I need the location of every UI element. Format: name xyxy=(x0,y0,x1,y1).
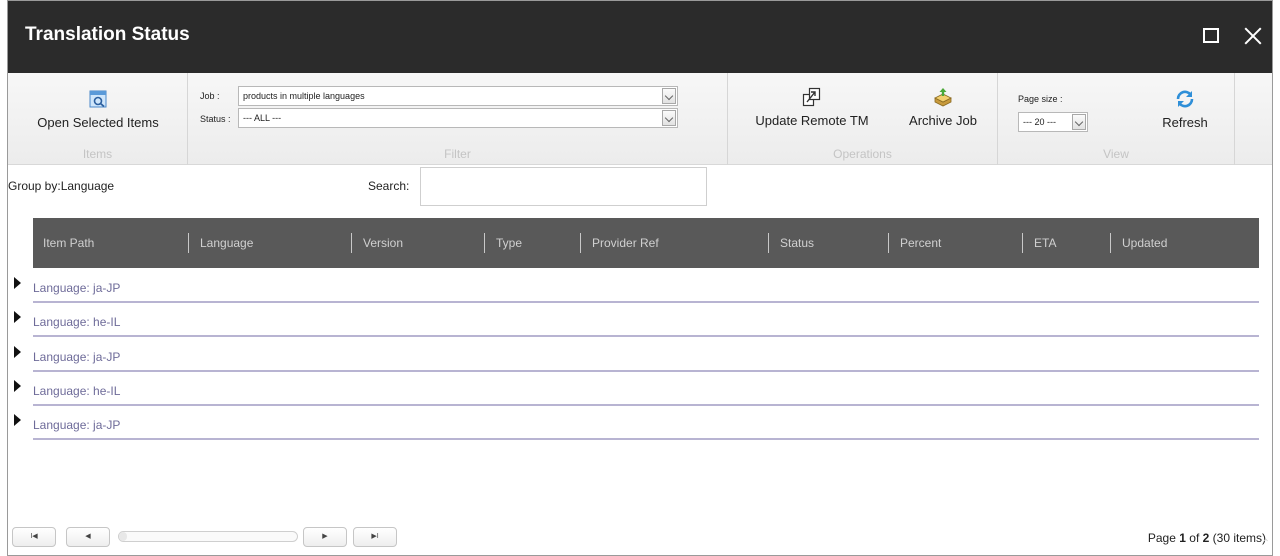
filter-group-label: Filter xyxy=(444,147,471,161)
search-input[interactable] xyxy=(420,167,707,206)
column-header-provider-ref[interactable]: Provider Ref xyxy=(592,218,659,268)
page-slider[interactable] xyxy=(118,531,298,542)
page-info: Page 1 of 2 (30 items) xyxy=(1148,531,1266,545)
column-divider[interactable] xyxy=(888,233,889,253)
grid-header: Item Path Language Version Type Provider… xyxy=(33,218,1259,268)
expand-arrow-icon[interactable] xyxy=(14,414,21,426)
open-selected-items-label: Open Selected Items xyxy=(37,115,159,130)
column-header-eta[interactable]: ETA xyxy=(1034,218,1056,268)
group-row: Language: ja-JP xyxy=(8,406,1259,440)
resize-grip-icon[interactable]: ⌃ xyxy=(1262,538,1270,549)
job-select[interactable]: products in multiple languages xyxy=(238,86,678,106)
group-row-label[interactable]: Language: he-IL xyxy=(33,384,120,398)
chevron-down-icon xyxy=(662,88,676,104)
archive-job-button[interactable]: Archive Job xyxy=(898,87,988,128)
column-header-updated[interactable]: Updated xyxy=(1122,218,1167,268)
translation-status-dialog: Translation Status Open Selected Items I… xyxy=(7,0,1273,556)
column-divider[interactable] xyxy=(768,233,769,253)
column-header-type[interactable]: Type xyxy=(496,218,522,268)
status-select[interactable]: --- ALL --- xyxy=(238,108,678,128)
slider-handle[interactable] xyxy=(119,532,127,541)
column-divider[interactable] xyxy=(1022,233,1023,253)
column-divider[interactable] xyxy=(580,233,581,253)
column-divider[interactable] xyxy=(351,233,352,253)
view-group-label: View xyxy=(1103,147,1129,161)
last-page-button[interactable]: ▶I xyxy=(353,527,397,547)
status-label: Status : xyxy=(200,114,231,124)
column-divider[interactable] xyxy=(484,233,485,253)
column-header-item-path[interactable]: Item Path xyxy=(43,218,94,268)
group-row: Language: he-IL xyxy=(8,303,1259,337)
expand-arrow-icon[interactable] xyxy=(14,311,21,323)
total-pages: 2 xyxy=(1202,531,1210,545)
job-select-value: products in multiple languages xyxy=(243,91,365,101)
expand-arrow-icon[interactable] xyxy=(14,346,21,358)
group-row-label[interactable]: Language: ja-JP xyxy=(33,418,120,432)
column-header-status[interactable]: Status xyxy=(780,218,814,268)
maximize-icon xyxy=(1203,28,1219,43)
group-row: Language: he-IL xyxy=(8,372,1259,406)
next-page-button[interactable]: ▶ xyxy=(303,527,347,547)
close-icon xyxy=(1244,27,1262,45)
column-divider[interactable] xyxy=(188,233,189,253)
dialog-title: Translation Status xyxy=(25,24,190,45)
refresh-label: Refresh xyxy=(1162,115,1208,130)
filter-group: Job : products in multiple languages Sta… xyxy=(188,73,728,165)
chevron-down-icon xyxy=(1072,114,1086,130)
update-remote-tm-label: Update Remote TM xyxy=(755,113,869,128)
group-row-label[interactable]: Language: ja-JP xyxy=(33,281,120,295)
operations-group-label: Operations xyxy=(833,147,892,161)
item-count: (30 items) xyxy=(1212,531,1266,545)
search-label: Search: xyxy=(368,179,410,193)
status-select-value: --- ALL --- xyxy=(243,113,282,123)
close-button[interactable] xyxy=(1240,23,1266,49)
ribbon-toolbar: Open Selected Items Items Job : products… xyxy=(8,73,1272,165)
page-of: of xyxy=(1189,531,1200,545)
first-page-button[interactable]: I◀ xyxy=(12,527,56,547)
group-by-label: Group by:Language xyxy=(8,179,115,193)
group-row: Language: ja-JP xyxy=(8,269,1259,303)
current-page: 1 xyxy=(1179,531,1186,545)
page-size-select[interactable]: --- 20 --- xyxy=(1018,112,1088,132)
row-divider xyxy=(33,438,1259,440)
page-size-value: --- 20 --- xyxy=(1023,117,1056,127)
pager: I◀ ◀ ▶ ▶I Page 1 of 2 (30 items) ⌃ xyxy=(8,521,1272,551)
archive-job-label: Archive Job xyxy=(909,113,977,128)
items-group: Open Selected Items Items xyxy=(8,73,188,165)
update-remote-tm-icon xyxy=(802,87,822,107)
row-divider xyxy=(33,335,1259,337)
group-row: Language: ja-JP xyxy=(8,338,1259,372)
previous-page-button[interactable]: ◀ xyxy=(66,527,110,547)
expand-arrow-icon[interactable] xyxy=(14,380,21,392)
update-remote-tm-button[interactable]: Update Remote TM xyxy=(744,87,880,128)
column-header-version[interactable]: Version xyxy=(363,218,403,268)
column-divider[interactable] xyxy=(1110,233,1111,253)
refresh-button[interactable]: Refresh xyxy=(1150,89,1220,130)
title-bar: Translation Status xyxy=(8,1,1272,73)
column-header-language[interactable]: Language xyxy=(200,218,253,268)
page-size-label: Page size : xyxy=(1018,94,1063,104)
operations-group: Update Remote TM Archive Job Operations xyxy=(728,73,998,165)
items-group-label: Items xyxy=(82,147,113,161)
open-items-icon xyxy=(88,89,108,109)
archive-job-icon xyxy=(933,87,953,107)
group-row-label[interactable]: Language: he-IL xyxy=(33,315,120,329)
maximize-button[interactable] xyxy=(1198,23,1224,49)
chevron-down-icon xyxy=(662,110,676,126)
job-label: Job : xyxy=(200,91,220,101)
column-header-percent[interactable]: Percent xyxy=(900,218,941,268)
group-row-label[interactable]: Language: ja-JP xyxy=(33,350,120,364)
view-group: Page size : --- 20 --- Refresh View xyxy=(998,73,1235,165)
page-prefix: Page xyxy=(1147,531,1176,545)
group-by-selector[interactable]: Group by:Language xyxy=(8,179,114,193)
expand-arrow-icon[interactable] xyxy=(14,277,21,289)
refresh-icon xyxy=(1175,89,1195,109)
open-selected-items-button[interactable]: Open Selected Items xyxy=(22,89,174,130)
